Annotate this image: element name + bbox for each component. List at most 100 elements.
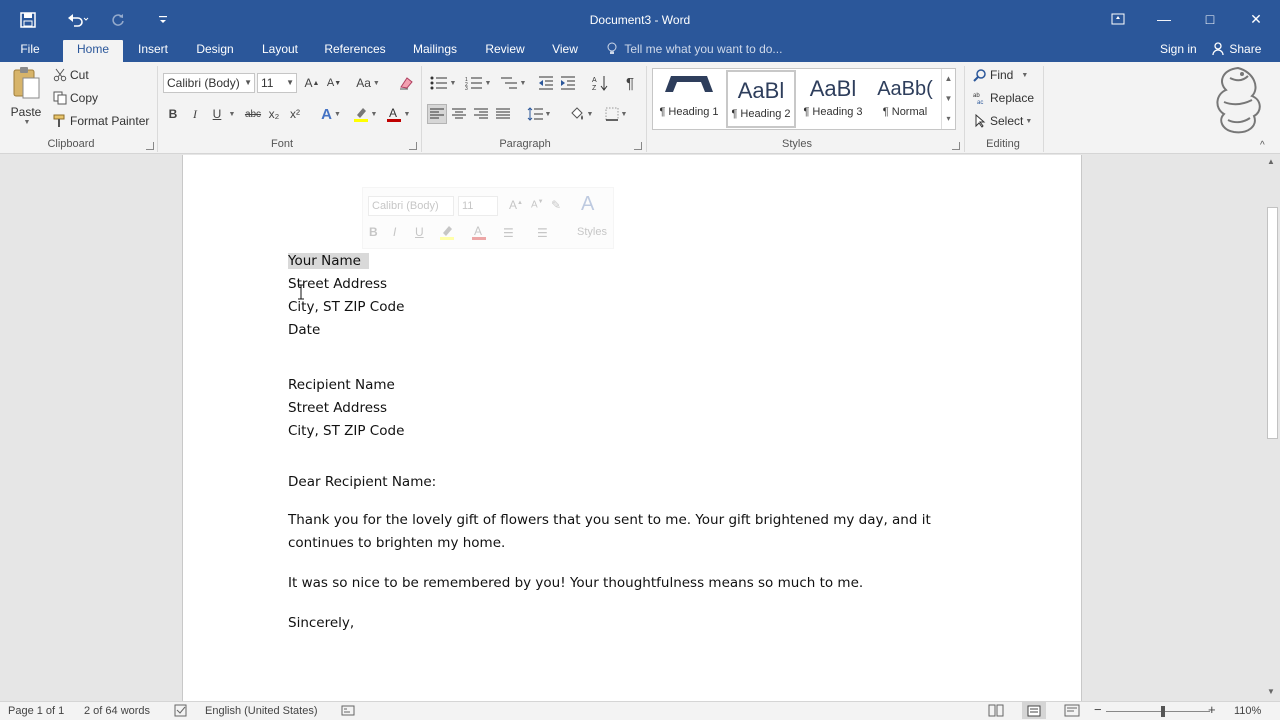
scroll-down-icon[interactable]: ▼ [1267,687,1275,696]
tab-insert[interactable]: Insert [131,40,175,62]
web-layout-icon[interactable] [1064,704,1080,720]
tab-design[interactable]: Design [190,40,240,62]
share-button[interactable]: Share [1212,42,1261,56]
maximize-button[interactable]: □ [1187,6,1233,32]
doc-paragraph-line[interactable]: Thank you for the lovely gift of flowers… [288,512,931,528]
tab-review[interactable]: Review [480,40,530,62]
chevron-down-icon[interactable]: ▼ [226,104,236,124]
zoom-in-button[interactable]: + [1208,702,1216,717]
numbering-icon[interactable]: ☰ [537,226,548,240]
select-button[interactable]: Select ▼ [972,113,1032,129]
mini-styles-label[interactable]: Styles [577,226,607,238]
styles-icon[interactable]: A [581,193,594,216]
borders-icon[interactable]: ▼ [600,104,632,124]
style-heading-1[interactable]: ¶ Heading 1 [654,70,724,128]
replace-button[interactable]: ab ac Replace [972,90,1034,106]
chevron-down-icon[interactable]: ▼ [942,89,955,109]
find-button[interactable]: Find ▼ [972,67,1028,83]
zoom-slider[interactable] [1106,706,1210,717]
doc-paragraph[interactable]: It was so nice to be remembered by you! … [288,575,863,591]
copy-button[interactable]: Copy [52,90,98,106]
read-mode-icon[interactable] [988,704,1004,720]
mini-font-combo[interactable]: Calibri (Body) [368,196,454,216]
doc-line[interactable]: City, ST ZIP Code [288,423,404,439]
paragraph-launcher-icon[interactable] [634,142,642,150]
superscript-button[interactable]: x² [285,104,305,124]
increase-indent-icon[interactable] [558,73,578,93]
italic-button[interactable]: I [185,104,205,124]
tell-me-box[interactable]: Tell me what you want to do... [607,40,782,62]
font-name-combo[interactable]: Calibri (Body) ▼ [163,73,255,93]
selected-text[interactable]: Your Name [288,253,369,269]
bullets-icon[interactable]: ☰ [503,226,514,240]
font-color-icon[interactable]: A ▼ [383,104,413,124]
document-page[interactable]: Your Name Street Address City, ST ZIP Co… [182,155,1082,701]
print-layout-icon[interactable] [1022,702,1046,719]
underline-button[interactable]: U [415,225,424,239]
styles-launcher-icon[interactable] [952,142,960,150]
format-painter-button[interactable]: Format Painter [52,113,149,129]
zoom-out-button[interactable]: − [1094,702,1102,717]
page-count[interactable]: Page 1 of 1 [8,705,64,717]
font-size-combo[interactable]: 11 ▼ [257,73,297,93]
align-right-icon[interactable] [471,104,491,124]
bold-button[interactable]: B [163,104,183,124]
clear-formatting-icon[interactable] [396,73,416,93]
doc-closing[interactable]: Sincerely, [288,615,354,631]
doc-line[interactable]: Date [288,322,320,338]
shading-icon[interactable]: ▼ [566,104,596,124]
doc-line[interactable]: City, ST ZIP Code [288,299,404,315]
zoom-handle[interactable] [1161,706,1166,717]
macro-icon[interactable] [341,704,355,720]
tab-home[interactable]: Home [63,40,123,62]
paste-button[interactable]: Paste ▼ [8,66,44,132]
doc-paragraph-line[interactable]: continues to brighten my home. [288,535,505,551]
tab-mailings[interactable]: Mailings [405,40,465,62]
collapse-ribbon-icon[interactable]: ^ [1260,140,1265,151]
proofing-icon[interactable] [174,704,188,720]
tab-view[interactable]: View [545,40,585,62]
strikethrough-button[interactable]: abc [241,104,265,124]
shrink-font-icon[interactable]: A▼ [531,199,544,210]
word-count[interactable]: 2 of 64 words [84,705,150,717]
sort-icon[interactable]: AZ [590,73,610,93]
font-launcher-icon[interactable] [409,142,417,150]
style-normal[interactable]: AaBb( ¶ Normal [870,70,940,128]
style-heading-2[interactable]: AaBl ¶ Heading 2 [726,70,796,128]
underline-button[interactable]: U [207,104,227,124]
doc-salutation[interactable]: Dear Recipient Name: [288,474,436,490]
align-left-icon[interactable] [427,104,447,124]
font-color-icon[interactable]: A [471,224,487,243]
tab-references[interactable]: References [320,40,390,62]
more-styles-icon[interactable]: ▾ [942,109,955,129]
clear-formatting-icon[interactable]: ✎ [551,198,561,212]
style-heading-3[interactable]: AaBl ¶ Heading 3 [798,70,868,128]
change-case-icon[interactable]: Aa ▼ [354,73,382,93]
doc-line[interactable]: Recipient Name [288,377,395,393]
justify-icon[interactable] [493,104,513,124]
scroll-up-icon[interactable]: ▲ [1267,157,1275,166]
italic-button[interactable]: I [393,225,396,239]
cut-button[interactable]: Cut [52,67,89,83]
clipboard-launcher-icon[interactable] [146,142,154,150]
scroll-thumb[interactable] [1267,207,1278,439]
zoom-level[interactable]: 110% [1234,705,1261,717]
mini-size-combo[interactable]: 11 [458,196,498,216]
multilevel-list-icon[interactable]: ▼ [497,73,529,93]
subscript-button[interactable]: x₂ [264,104,284,124]
grow-font-icon[interactable]: A▲ [302,73,322,93]
align-center-icon[interactable] [449,104,469,124]
language[interactable]: English (United States) [205,705,318,717]
grow-font-icon[interactable]: A▲ [509,198,523,212]
bold-button[interactable]: B [369,225,378,239]
highlight-icon[interactable]: ▼ [350,104,380,124]
text-effects-icon[interactable]: A ▼ [316,104,346,124]
shrink-font-icon[interactable]: A▼ [324,73,344,93]
chevron-up-icon[interactable]: ▲ [942,69,955,89]
bullets-icon[interactable]: ▼ [427,73,459,93]
numbering-icon[interactable]: 1 2 3 ▼ [462,73,494,93]
vertical-scrollbar[interactable]: ▲ ▼ [1264,155,1280,701]
doc-line[interactable]: Street Address [288,400,387,416]
show-hide-marks-button[interactable]: ¶ [620,73,640,93]
close-button[interactable]: ✕ [1233,6,1279,32]
